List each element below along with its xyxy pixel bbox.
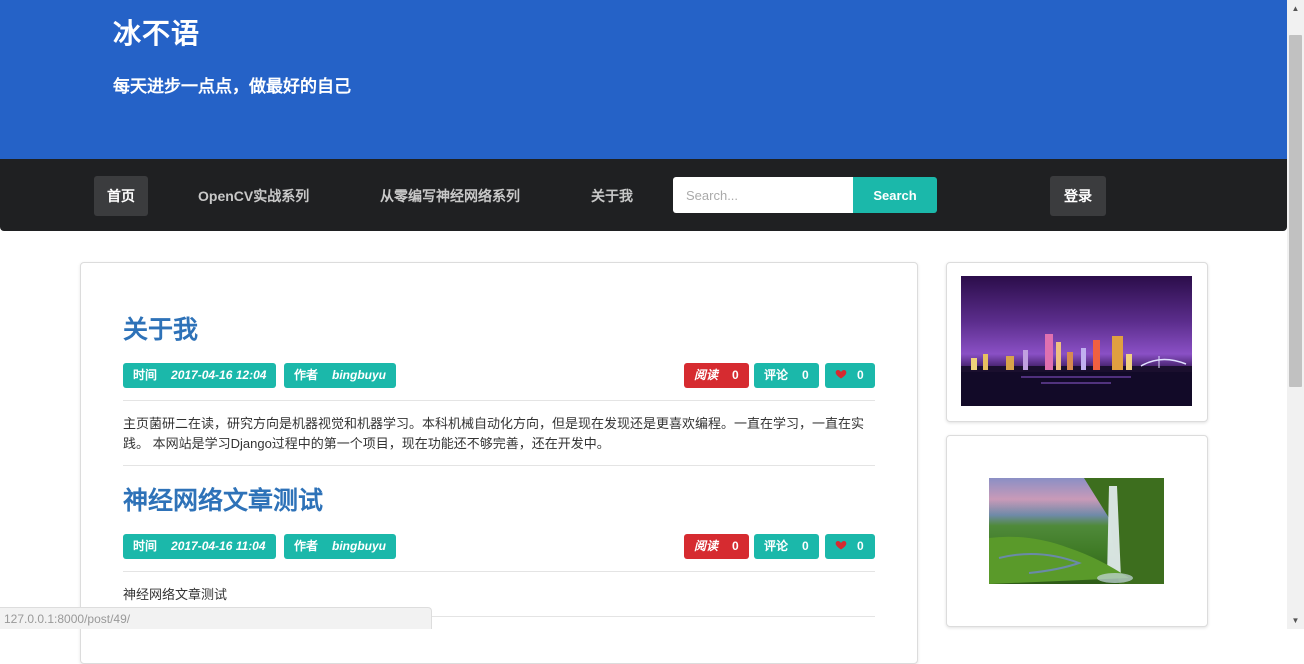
read-count-badge: 阅读 0 — [684, 534, 749, 559]
sidebar-image-card — [946, 435, 1208, 627]
read-count-badge: 阅读 0 — [684, 363, 749, 388]
like-count-badge[interactable]: 0 — [825, 363, 875, 388]
post-excerpt: 神经网络文章测试 — [123, 587, 228, 602]
post-item: 神经网络文章测试 时间 2017-04-16 11:04 作者 bingbuyu 阅… — [123, 486, 875, 617]
time-label: 时间 — [133, 368, 158, 382]
scroll-up-arrow-icon[interactable]: ▲ — [1287, 0, 1304, 17]
waterfall-graphic — [989, 478, 1164, 584]
waterfall-image[interactable] — [989, 478, 1164, 584]
city-skyline-graphic — [961, 334, 1192, 406]
navbar: 首页 OpenCV实战系列 从零编写神经网络系列 关于我 Search 登录 — [0, 159, 1287, 231]
comment-count-badge: 评论 0 — [754, 534, 819, 559]
comment-count: 0 — [802, 368, 809, 382]
author-badge: 作者 bingbuyu — [284, 363, 397, 388]
comment-count-badge: 评论 0 — [754, 363, 819, 388]
heart-icon — [835, 541, 847, 550]
nav-item-neural-network[interactable]: 从零编写神经网络系列 — [380, 176, 520, 216]
like-count: 0 — [857, 368, 864, 382]
post-excerpt: 主页菌研二在读，研究方向是机器视觉和机器学习。本科机械自动化方向，但是现在发现还… — [123, 416, 865, 451]
author-label: 作者 — [294, 368, 319, 382]
search-button[interactable]: Search — [853, 177, 937, 213]
like-count: 0 — [857, 539, 864, 553]
read-count: 0 — [732, 539, 739, 553]
city-night-image[interactable] — [961, 276, 1192, 406]
comment-label: 评论 — [764, 539, 789, 553]
post-title[interactable]: 神经网络文章测试 — [123, 486, 875, 516]
author-label: 作者 — [294, 539, 319, 553]
post-item: 关于我 时间 2017-04-16 12:04 作者 bingbuyu 阅读 0 评论… — [123, 315, 875, 466]
like-count-badge[interactable]: 0 — [825, 534, 875, 559]
time-label: 时间 — [133, 539, 158, 553]
time-badge: 时间 2017-04-16 12:04 — [123, 363, 277, 388]
author-value[interactable]: bingbuyu — [332, 539, 386, 553]
read-label: 阅读 — [694, 539, 719, 553]
divider — [123, 571, 875, 572]
time-badge: 时间 2017-04-16 11:04 — [123, 534, 276, 559]
post-title[interactable]: 关于我 — [123, 315, 875, 345]
read-label: 阅读 — [694, 368, 719, 382]
author-badge: 作者 bingbuyu — [284, 534, 397, 559]
sidebar-image-card — [946, 262, 1208, 422]
divider — [123, 465, 875, 466]
divider — [123, 400, 875, 401]
heart-icon — [835, 370, 847, 379]
login-button[interactable]: 登录 — [1050, 176, 1106, 216]
search-input[interactable] — [673, 177, 853, 213]
comment-count: 0 — [802, 539, 809, 553]
post-meta: 时间 2017-04-16 11:04 作者 bingbuyu 阅读 0 评论 0 0 — [123, 534, 875, 560]
site-subtitle: 每天进步一点点，做最好的自己 — [113, 77, 351, 96]
author-value[interactable]: bingbuyu — [332, 368, 386, 382]
site-title[interactable]: 冰不语 — [113, 12, 200, 52]
time-value: 2017-04-16 11:04 — [171, 539, 266, 553]
scroll-thumb[interactable] — [1289, 35, 1302, 387]
time-value: 2017-04-16 12:04 — [171, 368, 267, 382]
page-scrollbar[interactable]: ▲ ▼ — [1287, 0, 1304, 629]
browser-status-url: 127.0.0.1:8000/post/49/ — [0, 607, 432, 629]
site-header: 冰不语 每天进步一点点，做最好的自己 — [0, 0, 1287, 160]
scroll-down-arrow-icon[interactable]: ▼ — [1287, 612, 1304, 629]
nav-item-home[interactable]: 首页 — [94, 176, 148, 216]
post-list-card: 关于我 时间 2017-04-16 12:04 作者 bingbuyu 阅读 0 评论… — [80, 262, 918, 664]
comment-label: 评论 — [764, 368, 789, 382]
post-meta: 时间 2017-04-16 12:04 作者 bingbuyu 阅读 0 评论 0 0 — [123, 363, 875, 389]
read-count: 0 — [732, 368, 739, 382]
nav-item-opencv[interactable]: OpenCV实战系列 — [198, 176, 309, 216]
nav-item-about[interactable]: 关于我 — [591, 176, 633, 216]
